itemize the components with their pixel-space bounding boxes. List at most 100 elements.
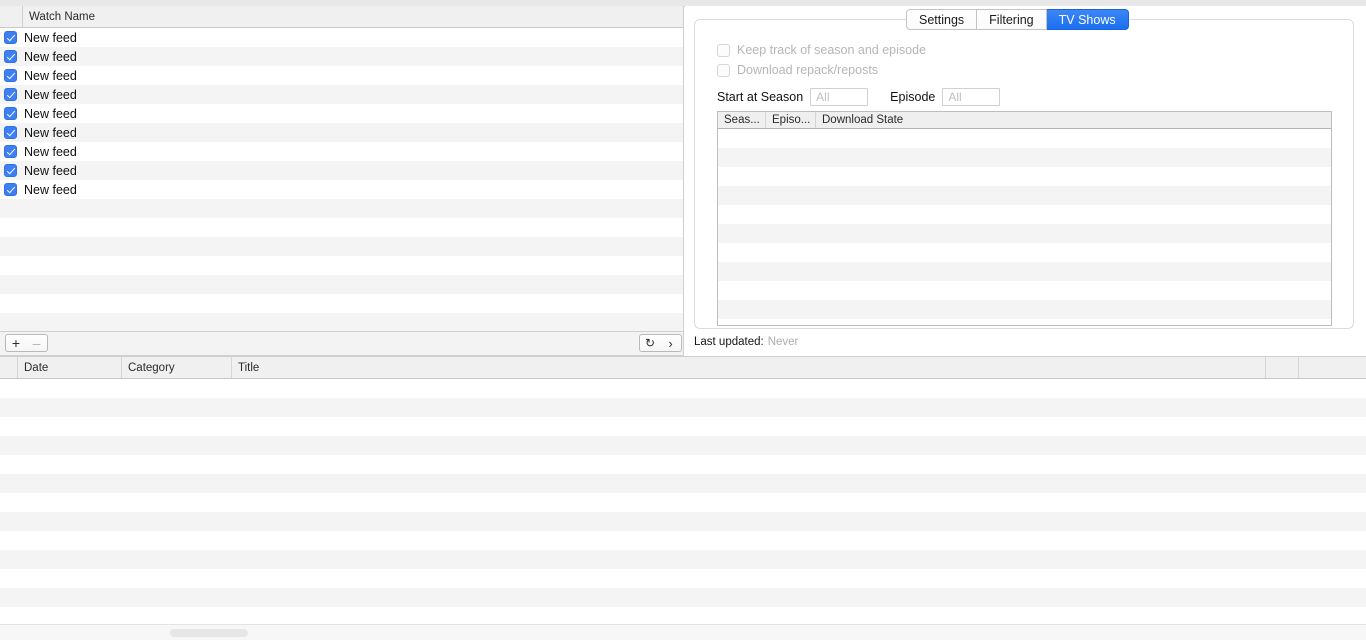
tv-column-episode[interactable]: Episo... [766,112,816,128]
watch-list-header-name-column[interactable]: Watch Name [23,6,683,28]
results-column-title[interactable]: Title [232,357,1266,378]
results-column-handle[interactable] [0,357,18,378]
tab-settings[interactable]: Settings [906,9,978,30]
results-table-rows [0,379,1366,620]
watch-list-panel: Watch Name New feed New feed New feed New f… [0,6,684,332]
tv-shows-empty-row [718,129,1331,148]
watch-list-row[interactable]: New feed [0,85,683,104]
watch-list-empty-row [0,275,683,294]
tv-shows-empty-row [718,186,1331,205]
watch-list-empty-row [0,218,683,237]
watch-list-header: Watch Name [0,6,683,28]
tv-shows-empty-row [718,243,1331,262]
tab-tv-shows[interactable]: TV Shows [1046,9,1129,30]
app-window: Watch Name New feed New feed New feed New f… [0,0,1366,640]
tv-column-season[interactable]: Seas... [718,112,766,128]
watch-list-row[interactable]: New feed [0,161,683,180]
tv-shows-empty-row [718,205,1331,224]
add-feed-button[interactable]: + [5,334,27,352]
tv-shows-empty-row [718,281,1331,300]
detail-tab-bar: Settings Filtering TV Shows [906,9,1129,30]
download-repack-checkbox[interactable] [717,63,730,77]
results-empty-row [0,379,1366,398]
watch-row-checkbox[interactable] [4,69,17,82]
start-at-season-label: Start at Season [717,90,804,104]
tv-shows-empty-row [718,167,1331,186]
keep-track-checkbox-row[interactable]: Keep track of season and episode [717,43,926,57]
season-episode-row: Start at Season All Episode All [717,88,1001,106]
tv-shows-table-header: Seas... Episo... Download State [718,112,1331,129]
keep-track-label: Keep track of season and episode [737,43,927,57]
results-table-header: Date Category Title [0,357,1366,379]
download-repack-label: Download repack/reposts [737,63,879,77]
watch-list-row[interactable]: New feed [0,142,683,161]
watch-row-checkbox[interactable] [4,164,17,177]
tv-shows-empty-row [718,319,1331,325]
results-empty-row [0,398,1366,417]
tv-shows-empty-row [718,300,1331,319]
watch-list-toolbar: + – ↻ › [0,332,684,356]
watch-row-checkbox[interactable] [4,126,17,139]
watch-row-checkbox[interactable] [4,145,17,158]
tab-filtering[interactable]: Filtering [977,9,1047,30]
watch-row-label: New feed [24,68,77,83]
results-column-extra-2[interactable] [1299,357,1366,378]
watch-row-label: New feed [24,163,77,178]
watch-list-row[interactable]: New feed [0,180,683,199]
detail-panel: Keep track of season and episode Downloa… [685,6,1366,356]
results-empty-row [0,550,1366,569]
results-empty-row [0,607,1366,620]
watch-list-empty-row [0,313,683,331]
watch-list-row[interactable]: New feed [0,28,683,47]
horizontal-scrollbar[interactable] [0,624,1366,640]
last-updated-label: Last updated: [694,336,764,348]
tv-shows-empty-row [718,262,1331,281]
results-empty-row [0,493,1366,512]
watch-row-label: New feed [24,30,77,45]
watch-list-empty-row [0,256,683,275]
results-column-category[interactable]: Category [122,357,232,378]
results-column-date[interactable]: Date [18,357,122,378]
watch-row-checkbox[interactable] [4,88,17,101]
watch-list-row[interactable]: New feed [0,47,683,66]
results-empty-row [0,512,1366,531]
results-empty-row [0,474,1366,493]
watch-list-empty-row [0,199,683,218]
refresh-icon[interactable]: ↻ [639,334,661,352]
last-updated-status: Last updated: Never [694,336,798,348]
results-column-extra-1[interactable] [1266,357,1299,378]
watch-row-label: New feed [24,182,77,197]
start-at-season-input[interactable]: All [810,88,869,106]
watch-list-empty-row [0,294,683,313]
episode-input[interactable]: All [942,88,1001,106]
watch-list-row[interactable]: New feed [0,66,683,85]
watch-row-label: New feed [24,125,77,140]
watch-list-row[interactable]: New feed [0,123,683,142]
results-empty-row [0,436,1366,455]
horizontal-scrollbar-thumb[interactable] [170,629,248,637]
watch-row-checkbox[interactable] [4,107,17,120]
results-empty-row [0,417,1366,436]
download-repack-checkbox-row[interactable]: Download repack/reposts [717,63,878,77]
watch-row-checkbox[interactable] [4,183,17,196]
watch-list-empty-row [0,237,683,256]
results-empty-row [0,531,1366,550]
watch-list-rows: New feed New feed New feed New feed New feed… [0,28,683,331]
tv-column-download-state[interactable]: Download State [816,112,1331,128]
episode-label: Episode [890,90,936,104]
watch-list-header-checkbox-column[interactable] [0,6,23,28]
keep-track-checkbox[interactable] [717,43,730,57]
results-empty-row [0,569,1366,588]
watch-row-label: New feed [24,49,77,64]
watch-row-checkbox[interactable] [4,31,17,44]
watch-row-checkbox[interactable] [4,50,17,63]
watch-list-row[interactable]: New feed [0,104,683,123]
tv-shows-empty-row [718,224,1331,243]
tv-shows-table-rows [718,129,1331,325]
watch-row-label: New feed [24,106,77,121]
watch-row-label: New feed [24,144,77,159]
tv-shows-table: Seas... Episo... Download State [717,111,1332,326]
remove-feed-button[interactable]: – [26,334,48,352]
chevron-right-icon[interactable]: › [660,334,682,352]
last-updated-value: Never [767,336,799,348]
